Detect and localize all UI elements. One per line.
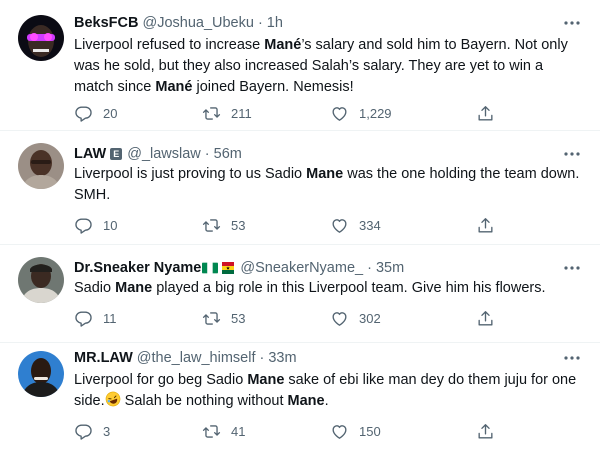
tweet-actions: 10 53 334 xyxy=(66,210,600,240)
share-button[interactable] xyxy=(476,416,495,446)
tweet-actions: 3 41 150 xyxy=(66,416,600,446)
reply-icon xyxy=(75,423,92,440)
share-icon xyxy=(478,217,493,233)
nigeria-flag-icon xyxy=(202,262,219,274)
avatar[interactable] xyxy=(18,143,64,189)
tweet-text: Liverpool is just proving to us Sadio Ma… xyxy=(74,166,580,203)
like-icon xyxy=(332,106,347,121)
rofl-emoji-icon xyxy=(105,391,121,407)
tweet-header: LAW E @_lawslaw · 56m xyxy=(74,144,560,164)
display-name[interactable]: MR.LAW xyxy=(74,350,133,366)
avatar[interactable] xyxy=(18,257,64,303)
like-button[interactable]: 302 xyxy=(330,303,381,333)
tweet-header: MR.LAW @the_law_himself · 33m xyxy=(74,348,560,368)
tweet-text: Liverpool refused to increase Mané’s sal… xyxy=(74,37,568,95)
reply-icon xyxy=(75,105,92,122)
like-icon xyxy=(332,311,347,326)
share-icon xyxy=(478,310,493,326)
user-handle[interactable]: @the_law_himself xyxy=(137,350,256,366)
display-name[interactable]: BeksFCB xyxy=(74,15,138,31)
reply-button[interactable]: 10 xyxy=(74,210,117,240)
reply-icon xyxy=(75,310,92,327)
display-name[interactable]: LAW xyxy=(74,146,106,162)
share-button[interactable] xyxy=(476,303,495,333)
retweet-count: 41 xyxy=(231,423,246,439)
separator-dot: · xyxy=(257,15,263,31)
retweet-button[interactable]: 53 xyxy=(202,210,245,240)
more-icon[interactable] xyxy=(562,144,582,164)
like-icon xyxy=(332,218,347,233)
share-button[interactable] xyxy=(476,210,495,240)
tweet-card[interactable]: MR.LAW @the_law_himself · 33m Liverpool … xyxy=(0,343,600,450)
like-icon xyxy=(332,424,347,439)
label-badge: E xyxy=(110,148,123,160)
separator-dot: · xyxy=(259,350,265,366)
timestamp[interactable]: 35m xyxy=(376,260,404,276)
like-count: 150 xyxy=(359,423,381,439)
reply-count: 20 xyxy=(103,105,118,121)
retweet-button[interactable]: 53 xyxy=(202,303,245,333)
reply-button[interactable]: 3 xyxy=(74,416,110,446)
share-icon xyxy=(478,105,493,121)
more-icon[interactable] xyxy=(562,348,582,368)
display-name[interactable]: Dr.Sneaker Nyame xyxy=(74,260,201,276)
tweet-header: Dr.Sneaker Nyame @SneakerNyame_ · 35m xyxy=(74,258,560,278)
tweet-text: Sadio Mane played a big role in this Liv… xyxy=(74,280,546,296)
reply-count: 11 xyxy=(103,310,117,326)
tweet-card[interactable]: Dr.Sneaker Nyame @SneakerNyame_ · 35m Sa… xyxy=(0,245,600,343)
like-button[interactable]: 1,229 xyxy=(330,98,392,128)
like-count: 302 xyxy=(359,310,381,326)
retweet-icon xyxy=(202,424,221,438)
reply-count: 10 xyxy=(103,217,118,233)
tweet-text: Liverpool for go beg Sadio Mane sake of … xyxy=(74,372,577,409)
avatar[interactable] xyxy=(18,15,64,61)
retweet-count: 211 xyxy=(231,105,252,121)
reply-icon xyxy=(75,217,92,234)
user-handle[interactable]: @SneakerNyame_ xyxy=(240,260,363,276)
tweet-card[interactable]: BeksFCB @Joshua_Ubeku · 1h Liverpool ref… xyxy=(0,0,600,131)
share-icon xyxy=(478,423,493,439)
timestamp[interactable]: 33m xyxy=(268,350,296,366)
retweet-icon xyxy=(202,311,221,325)
retweet-count: 53 xyxy=(231,217,246,233)
timestamp[interactable]: 1h xyxy=(267,15,283,31)
tweet-actions: 11 53 302 xyxy=(66,303,600,333)
separator-dot: · xyxy=(204,146,210,162)
reply-button[interactable]: 20 xyxy=(74,98,117,128)
timestamp[interactable]: 56m xyxy=(214,146,242,162)
reply-count: 3 xyxy=(103,423,111,439)
tweet-card[interactable]: LAW E @_lawslaw · 56m Liverpool is just … xyxy=(0,131,600,245)
reply-button[interactable]: 11 xyxy=(74,303,117,333)
like-count: 334 xyxy=(359,217,381,233)
retweet-button[interactable]: 41 xyxy=(202,416,245,446)
like-button[interactable]: 150 xyxy=(330,416,381,446)
ghana-flag-icon xyxy=(220,262,236,274)
retweet-count: 53 xyxy=(231,310,246,326)
tweet-header: BeksFCB @Joshua_Ubeku · 1h xyxy=(74,13,560,33)
avatar[interactable] xyxy=(18,351,64,397)
retweet-button[interactable]: 211 xyxy=(202,98,252,128)
retweet-icon xyxy=(202,106,221,120)
like-button[interactable]: 334 xyxy=(330,210,381,240)
separator-dot: · xyxy=(367,260,372,276)
tweet-actions: 20 211 1,229 xyxy=(66,98,600,128)
more-icon[interactable] xyxy=(562,13,582,33)
share-button[interactable] xyxy=(476,98,495,128)
more-icon[interactable] xyxy=(562,258,582,278)
user-handle[interactable]: @Joshua_Ubeku xyxy=(142,15,253,31)
retweet-icon xyxy=(202,218,221,232)
user-handle[interactable]: @_lawslaw xyxy=(127,146,201,162)
flag-emojis xyxy=(202,262,236,274)
like-count: 1,229 xyxy=(359,105,392,121)
